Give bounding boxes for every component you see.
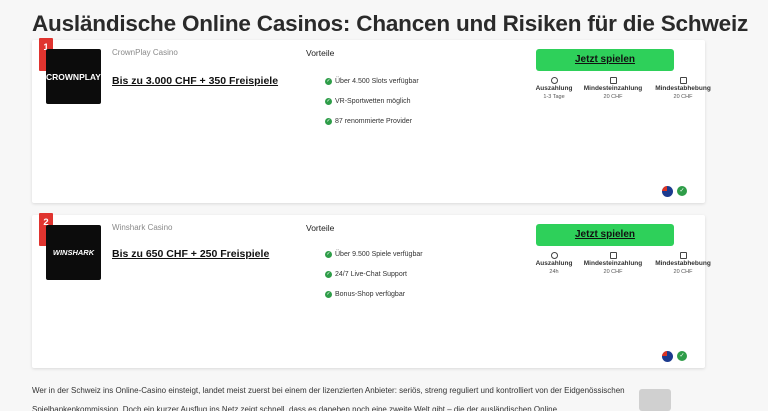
check-icon: ✓ [325, 98, 332, 105]
vorteil-item: ✓ VR-Sportwetten möglich [325, 98, 411, 105]
flags: ✓ [662, 186, 687, 197]
page-title: Ausländische Online Casinos: Chancen und… [32, 11, 749, 36]
logo-text: CROWNPLAY [46, 71, 101, 82]
check-icon: ✓ [325, 78, 332, 85]
casino-name: CrownPlay Casino [112, 48, 178, 57]
vorteile-list: ✓ Über 4.500 Slots verfügbar ✓ VR-Sportwet… [325, 76, 446, 136]
vorteile-list: ✓ Über 9.500 Spiele verfügbar ✓ 24/7 Live-… [325, 249, 446, 309]
vorteil-item: ✓ Über 9.500 Spiele verfügbar [325, 251, 423, 258]
bonus-link[interactable]: Bis zu 650 CHF + 250 Freispiele [112, 248, 269, 260]
stat-mindesteinzahlung: Mindesteinzahlung 20 CHF [578, 77, 648, 100]
withdraw-icon [679, 252, 687, 259]
vorteile-heading: Vorteile [306, 48, 335, 58]
casino-card: 1 CROWNPLAY CrownPlay Casino Bis zu 3.00… [32, 38, 711, 203]
flags: ✓ [662, 351, 687, 362]
stat-mindestabhebung: Mindestabhebung 20 CHF [648, 77, 718, 100]
casino-logo[interactable]: CROWNPLAY [46, 49, 101, 104]
vorteil-item: ✓ Über 4.500 Slots verfügbar [325, 78, 419, 85]
casino-logo[interactable]: WINSHARK [46, 225, 101, 280]
verified-badge-icon: ✓ [677, 186, 687, 196]
logo-text: WINSHARK [52, 248, 95, 257]
bonus-link[interactable]: Bis zu 3.000 CHF + 350 Freispiele [112, 75, 278, 87]
check-icon: ✓ [325, 118, 332, 125]
stat-auszahlung: Auszahlung 1-3 Tage [532, 77, 576, 100]
check-icon: ✓ [325, 251, 332, 258]
clock-icon [550, 252, 558, 259]
verified-badge-icon: ✓ [677, 351, 687, 361]
withdraw-icon [679, 77, 687, 84]
clock-icon [550, 77, 558, 84]
check-icon: ✓ [325, 291, 332, 298]
stat-auszahlung: Auszahlung 24h [532, 252, 576, 275]
stat-mindesteinzahlung: Mindesteinzahlung 20 CHF [578, 252, 648, 275]
check-icon: ✓ [325, 271, 332, 278]
stats-row: Auszahlung 24h Mindesteinzahlung 20 CHF … [532, 252, 712, 282]
stats-row: Auszahlung 1-3 Tage Mindesteinzahlung 20… [532, 77, 712, 107]
stat-mindestabhebung: Mindestabhebung 20 CHF [648, 252, 718, 275]
play-button[interactable]: Jetzt spielen [536, 224, 674, 246]
vorteil-item: ✓ 24/7 Live-Chat Support [325, 271, 407, 278]
intro-paragraph: Wer in der Schweiz ins Online-Casino ein… [32, 386, 625, 411]
australia-flag-icon [662, 186, 673, 197]
deposit-icon [609, 252, 617, 259]
deposit-icon [609, 77, 617, 84]
vorteil-item: ✓ Bonus-Shop verfügbar [325, 291, 406, 298]
scroll-to-top-button[interactable] [639, 389, 671, 411]
play-button[interactable]: Jetzt spielen [536, 49, 674, 71]
australia-flag-icon [662, 351, 673, 362]
casino-card: 2 WINSHARK Winshark Casino Bis zu 650 CH… [32, 213, 711, 368]
casino-name: Winshark Casino [112, 223, 173, 232]
vorteile-heading: Vorteile [306, 223, 335, 233]
vorteil-item: ✓ 87 renommierte Provider [325, 118, 413, 125]
